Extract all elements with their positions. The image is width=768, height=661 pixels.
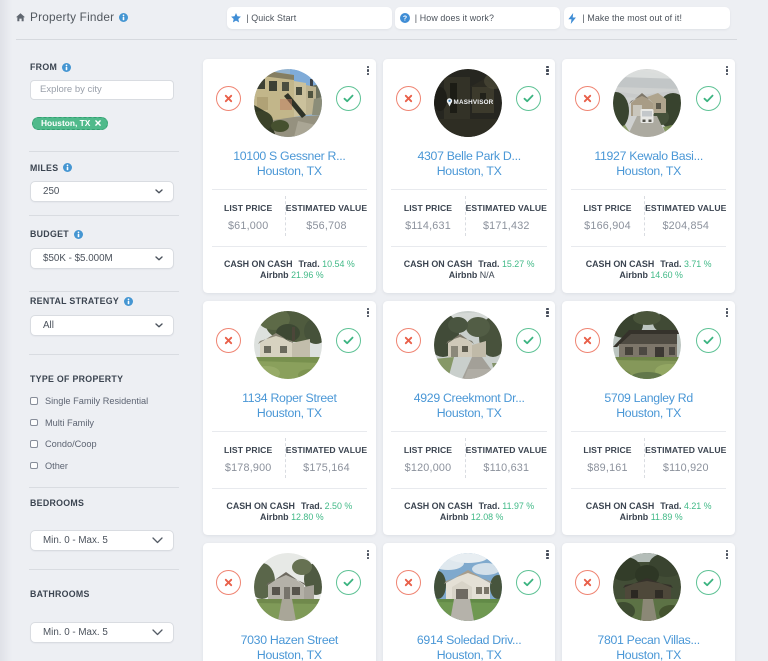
svg-text:?: ?: [403, 16, 407, 23]
svg-text:MASHVISOR: MASHVISOR: [453, 99, 493, 106]
